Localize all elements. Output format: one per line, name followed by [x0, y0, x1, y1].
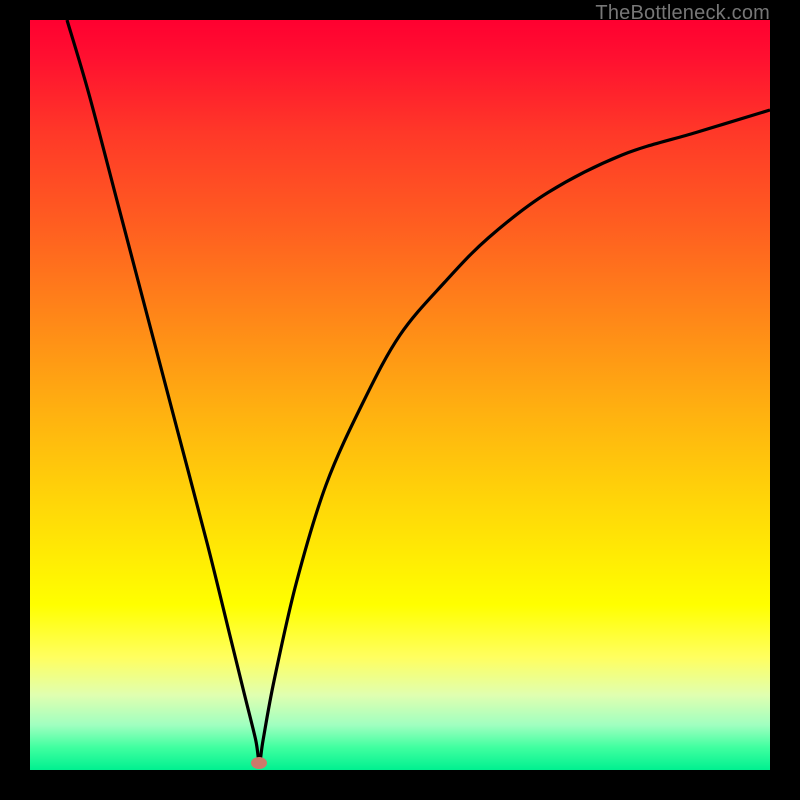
plot-area — [30, 20, 770, 770]
bottleneck-curve-path — [67, 20, 770, 763]
optimum-marker — [251, 757, 267, 769]
curve-svg — [30, 20, 770, 770]
chart-frame: TheBottleneck.com — [0, 0, 800, 800]
